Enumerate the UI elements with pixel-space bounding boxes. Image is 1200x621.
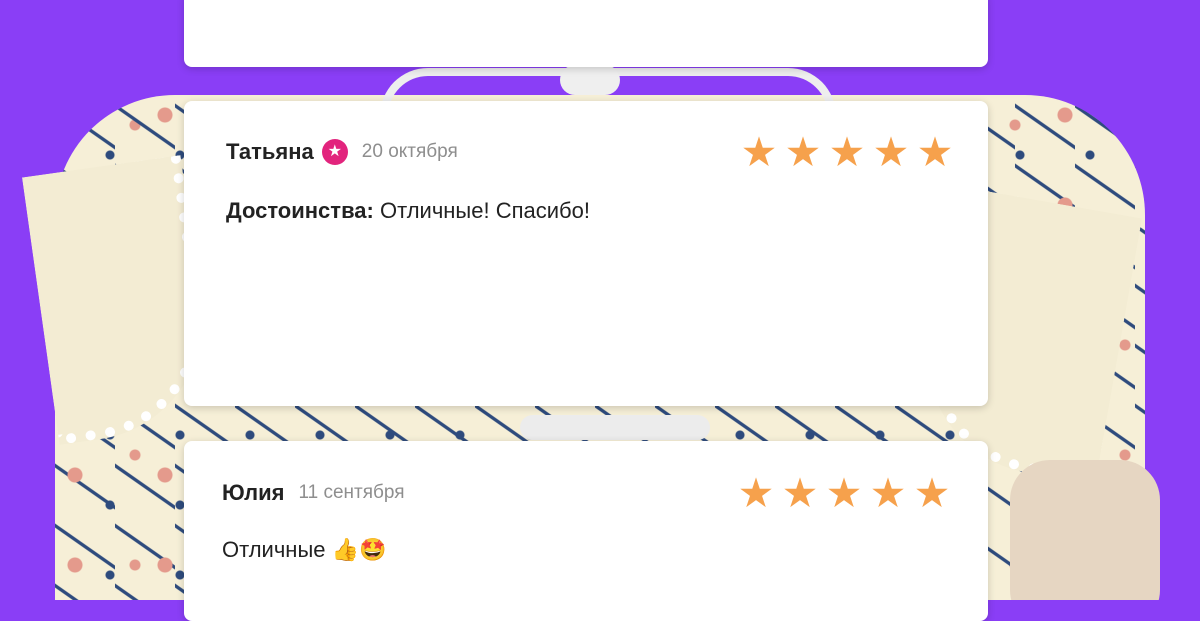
review-header: Татьяна 20 октября [226,139,458,165]
review-pros-label: Достоинства: [226,198,374,223]
star-icon: ★ [740,129,778,175]
star-icon: ★ [916,129,954,175]
star-icon: ★ [784,129,822,175]
review-author: Татьяна [226,139,314,164]
star-icon: ★ [781,470,819,516]
review-pros-text: Отличные! Спасибо! [373,198,590,223]
review-card: Татьяна 20 октября ★ ★ ★ ★ ★ Достоинства… [184,101,988,406]
review-header: Юлия 11 сентября [222,480,405,506]
star-badge-icon [321,139,348,165]
review-card: Юлия 11 сентября ★ ★ ★ ★ ★ Отличные 👍🤩 [184,441,988,621]
rating-stars: ★ ★ ★ ★ ★ [740,129,954,175]
star-icon: ★ [913,470,951,516]
star-icon: ★ [872,129,910,175]
star-icon: ★ [828,129,866,175]
review-author: Юлия [222,480,285,505]
review-text: Отличные 👍🤩 [222,537,387,562]
hanger-hook [560,65,620,95]
review-card-previous [184,0,988,67]
star-icon: ★ [869,470,907,516]
rating-stars: ★ ★ ★ ★ ★ [737,470,951,516]
star-icon: ★ [825,470,863,516]
hanger-bottom [520,415,710,440]
review-text: Достоинства: Отличные! Спасибо! [226,198,590,224]
review-date: 20 октября [361,141,458,162]
knit-fabric [1010,460,1160,600]
star-icon: ★ [737,470,775,516]
review-date: 11 сентября [298,482,405,503]
